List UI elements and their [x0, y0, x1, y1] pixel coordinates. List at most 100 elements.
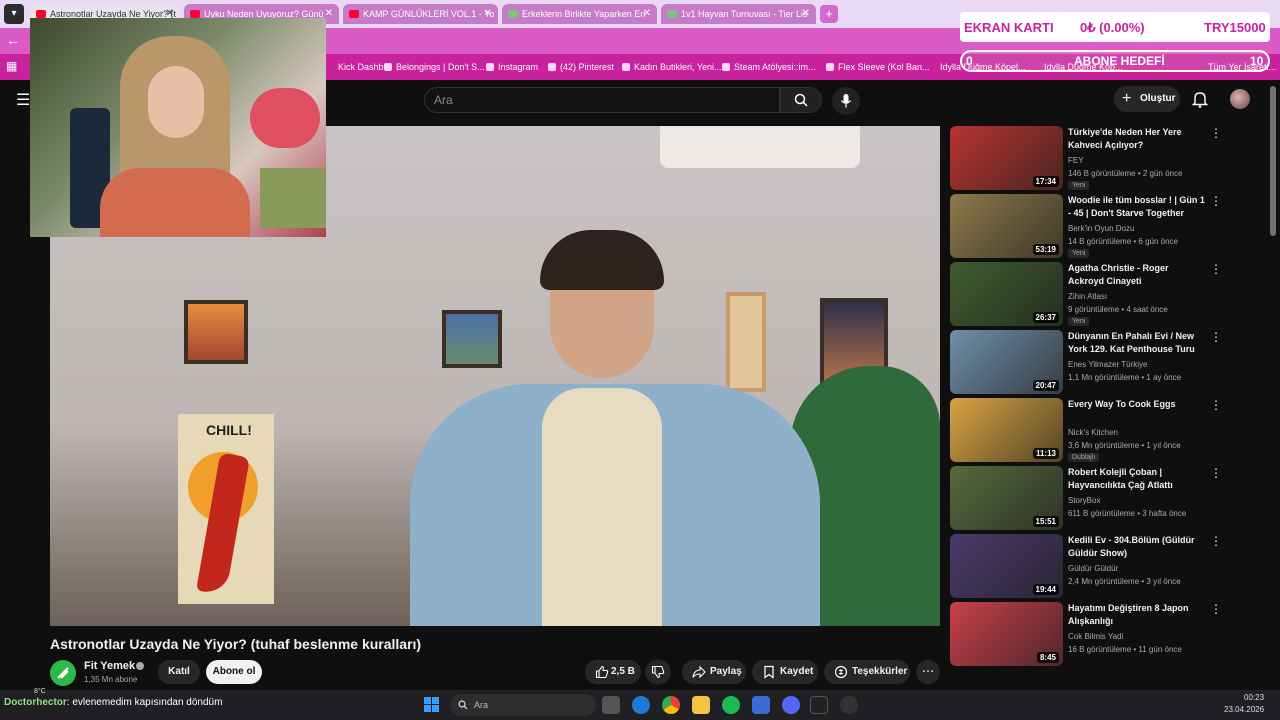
more-options-icon[interactable]: ⋮ [1210, 126, 1222, 140]
system-clock[interactable]: 00:23 23.04.2026 [1224, 692, 1264, 716]
bookmark-item[interactable]: Belongings | Don't S... [384, 54, 485, 80]
recommendation-channel[interactable]: Enes Yilmazer Türkiye [1068, 360, 1147, 369]
recommendation-channel[interactable]: FEY [1068, 156, 1084, 165]
bookmark-item[interactable]: Kadın Butikleri, Yeni... [622, 54, 722, 80]
video-thumbnail[interactable]: 26:37 [950, 262, 1063, 326]
recommendation-channel[interactable]: Cok Bilmis Yadi [1068, 632, 1123, 641]
webcam-streamer-face [148, 66, 204, 138]
recommendation-title[interactable]: Kedili Ev - 304.Bölüm (Güldür Güldür Sho… [1068, 534, 1206, 560]
recommendation-item[interactable]: 15:51 Robert Kolejli Çoban | Hayvancılıkt… [950, 466, 1226, 530]
like-button[interactable]: 2,5 B [585, 660, 641, 684]
page-scrollbar[interactable] [1270, 86, 1276, 236]
recommendation-channel[interactable]: Güldür Güldür [1068, 564, 1118, 573]
bookmark-item[interactable]: Instagram [486, 54, 538, 80]
search-button[interactable] [780, 87, 822, 113]
recommendation-channel[interactable]: Zihin Atlası [1068, 292, 1107, 301]
video-thumbnail[interactable]: 53:19 [950, 194, 1063, 258]
goal-bar-end: 10 [1250, 54, 1264, 68]
steam-icon[interactable] [752, 696, 770, 714]
close-tab-icon[interactable]: ✕ [484, 4, 492, 24]
file-explorer-icon[interactable] [692, 696, 710, 714]
join-button[interactable]: Katıl [158, 660, 200, 684]
browser-tab[interactable]: KAMP GÜNLÜKLERİ VOL.1 - Yo ✕ [343, 4, 498, 24]
spotify-icon[interactable] [722, 696, 740, 714]
more-options-icon[interactable]: ⋮ [1210, 466, 1222, 480]
thumbs-up-icon [595, 665, 609, 679]
more-options-icon[interactable]: ⋮ [1210, 330, 1222, 344]
task-view-icon[interactable] [602, 696, 620, 714]
goal-donation-panel: EKRAN KARTI 0₺ (0.00%) TRY15000 [960, 12, 1270, 42]
bookmark-item[interactable]: Flex Sleeve (Kol Ban... [826, 54, 930, 80]
recommendation-item[interactable]: 11:13 Every Way To Cook Eggs Nick's Kitche… [950, 398, 1226, 462]
bookmark-favicon-icon [384, 63, 392, 71]
search-input[interactable]: Ara [424, 87, 780, 113]
browser-tab[interactable]: Erkeklerin Birlikte Yaparken En ✕ [502, 4, 657, 24]
video-host-shirt [542, 388, 662, 626]
recommendation-title[interactable]: Türkiye'de Neden Her Yere Kahveci Açılıy… [1068, 126, 1206, 152]
app-favicon-icon [667, 10, 677, 18]
recommendation-item[interactable]: 26:37 Agatha Christie - Roger Ackroyd Cin… [950, 262, 1226, 326]
recommendation-title[interactable]: Robert Kolejli Çoban | Hayvancılıkta Çağ… [1068, 466, 1206, 492]
voice-search-button[interactable] [832, 87, 860, 115]
more-options-icon[interactable]: ⋮ [1210, 194, 1222, 208]
microphone-icon [840, 94, 852, 108]
channel-avatar[interactable] [50, 660, 76, 686]
dislike-button[interactable] [645, 660, 671, 684]
discord-icon[interactable] [782, 696, 800, 714]
obs-icon[interactable] [840, 696, 858, 714]
video-thumbnail[interactable]: 15:51 [950, 466, 1063, 530]
subscribe-button[interactable]: Abone ol [206, 660, 262, 684]
close-tab-icon[interactable]: ✕ [643, 4, 651, 24]
close-tab-icon[interactable]: ✕ [802, 4, 810, 24]
recommendation-channel[interactable]: StoryBox [1068, 496, 1100, 505]
more-options-icon[interactable]: ⋮ [1210, 398, 1222, 412]
bookmark-icon [764, 665, 774, 679]
new-tab-button[interactable]: + [820, 5, 838, 23]
account-avatar[interactable] [1230, 89, 1250, 109]
bookmark-item[interactable]: Kick Dashb... [326, 54, 391, 80]
notifications-bell-icon[interactable] [1192, 90, 1208, 108]
bookmark-item[interactable]: (42) Pinterest [548, 54, 614, 80]
edge-browser-icon[interactable] [632, 696, 650, 714]
create-button[interactable]: + Oluştur [1114, 86, 1180, 112]
recommendation-item[interactable]: 20:47 Dünyanın En Pahalı Evi / New York 1… [950, 330, 1226, 394]
video-thumbnail[interactable]: 17:34 [950, 126, 1063, 190]
recommendation-title[interactable]: Every Way To Cook Eggs [1068, 398, 1206, 411]
browser-tab[interactable]: 1v1 Hayvan Turnuvası - Tier Lis ✕ [661, 4, 816, 24]
recommendation-title[interactable]: Hayatımı Değiştiren 8 Japon Alışkanlığı [1068, 602, 1206, 628]
tab-search-menu-icon[interactable]: ▾ [4, 4, 24, 24]
apps-grid-icon[interactable]: ▦ [6, 59, 17, 73]
video-thumbnail[interactable]: 11:13 [950, 398, 1063, 462]
windows-start-icon[interactable] [424, 697, 440, 713]
recommendation-item[interactable]: 17:34 Türkiye'de Neden Her Yere Kahveci A… [950, 126, 1226, 190]
channel-name[interactable]: Fit Yemek [84, 660, 135, 672]
recommendation-meta: 3,6 Mn görüntüleme • 1 yıl önce [1068, 441, 1181, 450]
more-options-icon[interactable]: ⋮ [1210, 534, 1222, 548]
video-thumbnail[interactable]: 20:47 [950, 330, 1063, 394]
hamburger-menu-icon[interactable]: ☰ [16, 90, 30, 110]
recommendation-title[interactable]: Dünyanın En Pahalı Evi / New York 129. K… [1068, 330, 1206, 356]
recommendation-item[interactable]: 8:45 Hayatımı Değiştiren 8 Japon Alışkanl… [950, 602, 1226, 666]
recommendation-channel[interactable]: Nick's Kitchen [1068, 428, 1118, 437]
app-icon[interactable] [810, 696, 828, 714]
stream-goal-overlay: EKRAN KARTI 0₺ (0.00%) TRY15000 0 ABONE … [960, 12, 1270, 72]
recommendation-item[interactable]: 19:44 Kedili Ev - 304.Bölüm (Güldür Güldü… [950, 534, 1226, 598]
recommendation-badge: Dublajlı [1068, 453, 1100, 462]
back-arrow-icon[interactable]: ← [6, 32, 20, 48]
more-options-icon[interactable]: ⋮ [1210, 602, 1222, 616]
share-button[interactable]: Paylaş [682, 660, 746, 684]
bookmark-item[interactable]: Steam Atölyesi::im... [722, 54, 816, 80]
video-thumbnail[interactable]: 8:45 [950, 602, 1063, 666]
save-button[interactable]: Kaydet [752, 660, 818, 684]
weather-temperature[interactable]: 8°C [34, 688, 46, 695]
recommendation-item[interactable]: 53:19 Woodie ile tüm bosslar ! | Gün 1 - … [950, 194, 1226, 258]
recommendation-channel[interactable]: Berk'in Oyun Dozu [1068, 224, 1134, 233]
more-options-icon[interactable]: ⋮ [1210, 262, 1222, 276]
recommendation-title[interactable]: Woodie ile tüm bosslar ! | Gün 1 - 45 | … [1068, 194, 1206, 220]
taskbar-search-input[interactable]: Ara [450, 694, 596, 716]
thanks-button[interactable]: Teşekkürler [824, 660, 910, 684]
recommendation-title[interactable]: Agatha Christie - Roger Ackroyd Cinayeti [1068, 262, 1206, 288]
video-thumbnail[interactable]: 19:44 [950, 534, 1063, 598]
more-actions-icon[interactable]: ⋯ [916, 660, 940, 684]
chrome-icon[interactable] [662, 696, 680, 714]
